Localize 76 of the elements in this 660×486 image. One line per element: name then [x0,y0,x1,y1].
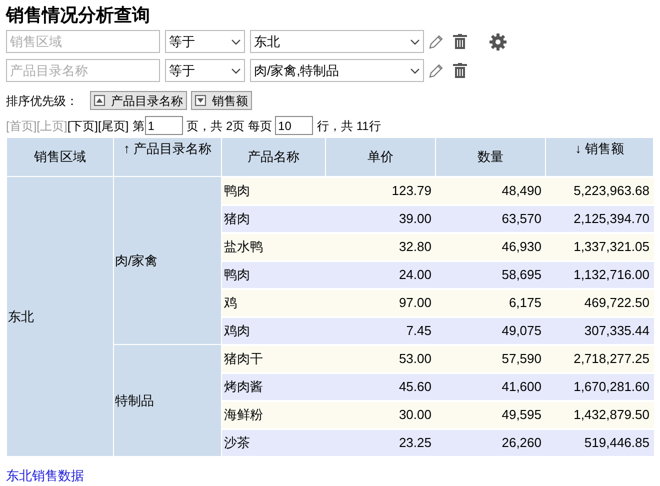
column-header[interactable]: 单价 [326,138,436,176]
table-cell: 53.00 [326,344,436,372]
table-cell: 48,490 [436,176,546,204]
column-header[interactable]: 数量 [436,138,546,176]
pager-link[interactable]: [下页] [67,116,98,134]
pencil-icon[interactable] [428,62,444,78]
table-cell: 海鲜粉 [222,400,326,428]
table-cell: 57,590 [436,344,546,372]
table-cell: 猪肉干 [222,344,326,372]
table-cell: 307,335.44 [546,316,654,344]
page-input[interactable]: 1 [144,116,183,135]
group-cell: 东北 [6,176,114,456]
value-select[interactable]: 东北 [250,30,424,53]
table-cell: 1,670,281.60 [546,372,654,400]
table-cell: 2,718,277.25 [546,344,654,372]
operator-select[interactable]: 等于 [165,59,245,82]
table-cell: 97.00 [326,288,436,316]
table-cell: 烤肉酱 [222,372,326,400]
column-header[interactable]: 产品名称 [222,138,326,176]
table-cell: 鸭肉 [222,176,326,204]
sort-button[interactable]: 产品目录名称 [90,91,187,110]
pencil-icon[interactable] [428,34,444,50]
table-cell: 6,175 [436,288,546,316]
table-cell: 鸭肉 [222,260,326,288]
group-cell: 肉/家禽 [114,176,222,344]
field-input[interactable]: 销售区域 [6,30,160,53]
table-cell: 39.00 [326,204,436,232]
trash-icon[interactable] [453,34,467,49]
table-cell: 45.60 [326,372,436,400]
table-cell: 鸡 [222,288,326,316]
column-header[interactable]: ↓ 销售额 [546,138,654,176]
column-header[interactable]: 销售区域 [6,138,114,176]
table-cell: 41,600 [436,372,546,400]
sort-button[interactable]: 销售额 [191,91,252,110]
table-cell: 24.00 [326,260,436,288]
table-cell: 1,432,879.50 [546,400,654,428]
value-select[interactable]: 肉/家禽,特制品 [250,59,424,82]
table-cell: 2,125,394.70 [546,204,654,232]
footer-link[interactable]: 东北销售数据 [6,466,84,485]
table-cell: 23.25 [326,428,436,456]
table-cell: 1,132,716.00 [546,260,654,288]
pager-link[interactable]: [尾页] [98,116,129,134]
table-cell: 猪肉 [222,204,326,232]
page-label: 第 [132,118,145,134]
settings-icon[interactable] [489,32,507,50]
table-cell: 469,722.50 [546,288,654,316]
chevron-down-icon [231,38,241,44]
table-cell: 26,260 [436,428,546,456]
operator-select[interactable]: 等于 [165,30,245,53]
chevron-down-icon [410,38,420,44]
table-cell: 鸡肉 [222,316,326,344]
field-input[interactable]: 产品目录名称 [6,59,160,82]
group-cell: 特制品 [114,344,222,456]
table-cell: 7.45 [326,316,436,344]
table-cell: 519,446.85 [546,428,654,456]
table-cell: 58,695 [436,260,546,288]
trash-icon[interactable] [453,63,467,78]
row-count-text: 行，共 11行 [317,118,381,134]
table-cell: 123.79 [326,176,436,204]
rows-per-page-input[interactable]: 10 [275,116,314,135]
table-cell: 49,595 [436,400,546,428]
page-title: 销售情况分析查询 [6,4,151,27]
table-cell: 30.00 [326,400,436,428]
table-cell: 49,075 [436,316,546,344]
sort-priority-label: 排序优先级： [6,92,78,110]
table-cell: 32.80 [326,232,436,260]
page-count-text: 页，共 2页 每页 [186,118,272,134]
table-cell: 盐水鸭 [222,232,326,260]
table-cell: 沙茶 [222,428,326,456]
table-cell: 5,223,963.68 [546,176,654,204]
table-cell: 46,930 [436,232,546,260]
table-cell: 63,570 [436,204,546,232]
column-header[interactable]: ↑ 产品目录名称 [114,138,222,176]
chevron-down-icon [410,68,420,74]
chevron-down-icon [231,68,241,74]
table-cell: 1,337,321.05 [546,232,654,260]
